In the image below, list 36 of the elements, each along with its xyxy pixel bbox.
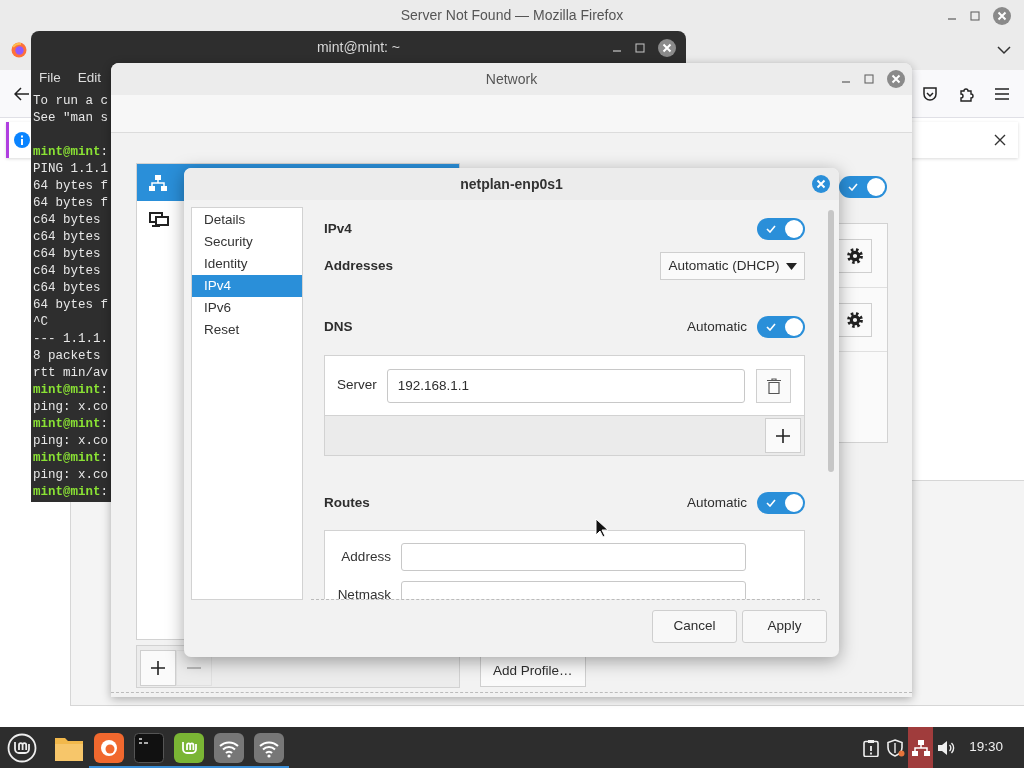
section-heading: DNS (323, 317, 353, 336)
terminal-line: c64 bytes (33, 280, 101, 297)
terminal-line: --- 1.1.1. (33, 331, 108, 348)
toggle-label: Automatic (687, 317, 748, 336)
terminal-line: PING 1.1.1 (33, 161, 108, 178)
field-label: Netmask (336, 585, 391, 599)
field-label: Addresses (323, 256, 393, 275)
terminal-prompt: mint@mint: (33, 450, 109, 467)
terminal-line: c64 bytes (33, 229, 101, 246)
terminal-line: c64 bytes (33, 246, 101, 263)
window-title: Server Not Found — Mozilla Firefox (400, 5, 624, 25)
terminal-line: c64 bytes (33, 263, 101, 280)
section-heading: Routes (323, 493, 370, 512)
section-heading: IPv4 (323, 219, 352, 238)
terminal-line: ping: x.co (33, 433, 108, 450)
terminal-line: ^C (33, 314, 48, 331)
terminal-prompt: mint@mint: (33, 382, 109, 399)
toggle-label: Automatic (687, 493, 748, 512)
terminal-line: ping: x.co (33, 399, 108, 416)
terminal-line: To run a c (33, 93, 108, 110)
terminal-line: ping: x.co (33, 467, 108, 484)
terminal-line: rtt min/av (33, 365, 108, 382)
window-title: Network (485, 69, 538, 89)
terminal-line: c64 bytes (33, 212, 101, 229)
terminal-line: See "man s (33, 110, 108, 127)
terminal-line: 64 bytes f (33, 195, 108, 212)
field-label: Server (336, 376, 377, 395)
terminal-line: 64 bytes f (33, 178, 108, 195)
terminal-prompt: mint@mint: (33, 144, 109, 161)
terminal-line: 64 bytes f (33, 297, 108, 314)
terminal-line: 8 packets (33, 348, 101, 365)
window-title: mint@mint: ~ (316, 38, 401, 57)
terminal-prompt: mint@mint: (33, 416, 109, 433)
field-label: Address (340, 547, 391, 566)
dialog-title: netplan-enp0s1 (460, 174, 563, 194)
terminal-prompt: mint@mint: (33, 484, 109, 501)
